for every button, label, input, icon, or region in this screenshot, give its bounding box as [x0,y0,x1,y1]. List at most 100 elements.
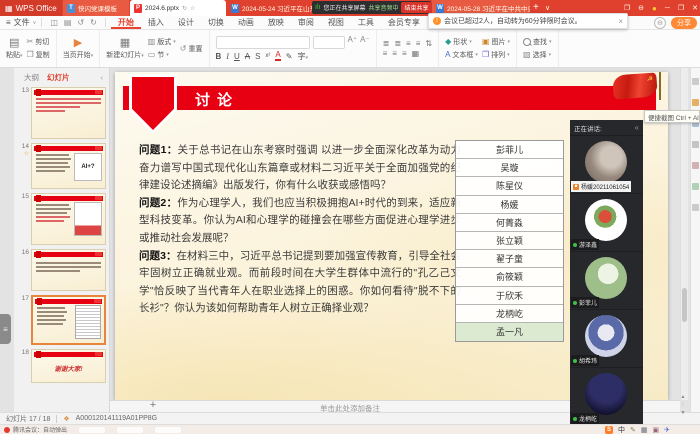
doc-tab-word1[interactable]: W2024-05-24 习近平在山东... [227,0,313,16]
shadow-button[interactable]: S [255,52,260,61]
share-audio-toggle[interactable]: 共享音频中 [368,3,398,12]
bold-button[interactable]: B [216,52,222,61]
reset-button[interactable]: ↺重置 [180,44,203,54]
picture-button[interactable]: ▣图片▾ [482,37,510,47]
collaborate-icon[interactable]: ⊖ [654,17,666,29]
pane-collapse-handle[interactable]: ≡ [0,314,11,344]
textbox-button[interactable]: A文本框▾ [445,50,478,60]
shapes-button[interactable]: ◆形状▾ [445,37,478,47]
participant-video[interactable]: 彭菲儿 [570,252,643,310]
find-button[interactable]: 查找▾ [523,37,552,47]
plane-tray-icon[interactable]: ✈ [664,426,670,434]
sidebar-tool-icon[interactable] [692,162,699,169]
scrollbar-thumb[interactable] [682,288,687,322]
char-button[interactable]: 字▾ [297,51,308,62]
layout-button[interactable]: ▥版式▾ [148,37,176,47]
menu-animation[interactable]: 动画 [231,17,261,28]
bullets-icon[interactable]: ≣ [383,40,390,48]
select-button[interactable]: ▧选择▾ [523,50,552,60]
menu-review[interactable]: 审阅 [291,17,321,28]
next-slide-icon[interactable]: ▼ [681,410,686,416]
numbering-icon[interactable]: ≣ [394,40,401,48]
redo-icon[interactable]: ↻ [90,18,97,27]
slide-thumbnail-14[interactable]: 14☆ AI+? [14,141,109,191]
font-color-button[interactable]: A [275,51,280,61]
font-family-select[interactable] [216,36,310,49]
star-icon[interactable]: ☆ [190,5,195,12]
sidebar-tool-icon[interactable] [692,204,699,211]
italic-button[interactable]: I [226,52,229,61]
slide-thumbnail-13[interactable]: 13 [14,85,109,141]
participant-video[interactable]: 游泽鑫 [570,194,643,252]
menu-tools[interactable]: 工具 [351,17,381,28]
image-tray-icon[interactable]: ▣ [653,426,660,434]
taskbar-window-button[interactable] [79,427,105,433]
slide-thumbnail-18[interactable]: 18 谢谢大家! [14,347,109,385]
menu-transition[interactable]: 切换 [201,17,231,28]
strikethrough-button[interactable]: A [245,52,250,61]
close-icon[interactable]: ✕ [692,4,698,12]
collapse-arrows-icon[interactable]: « [635,123,639,132]
doc-tab-active-pptx[interactable]: P2024.6.pptx↻☆ [130,0,226,16]
maximize-icon[interactable]: ❐ [678,4,684,12]
menu-slideshow[interactable]: 放映 [261,17,291,28]
wps-logo[interactable]: ▦WPS Office [0,0,62,16]
cut-button[interactable]: ✂剪切 [27,37,50,47]
new-tab-button[interactable]: + [533,2,539,13]
collapse-panel-icon[interactable]: ‹ [101,73,104,82]
sync-icon[interactable]: ↻ [182,5,187,12]
play-from-current-button[interactable]: ▶当页开始▾ [63,38,94,60]
taskbar-app-item[interactable]: 腾讯会议：自动弹出 [4,425,67,434]
minimize-icon[interactable]: ─ [665,5,670,12]
align-left-icon[interactable]: ≡ [383,50,388,58]
input-method-icon[interactable]: S [605,426,613,434]
slide-thumbnail-15[interactable]: 15 ▫ [14,191,109,247]
columns-icon[interactable]: ▦ [412,50,420,58]
slide-thumbnail-17-selected[interactable]: 17 [14,293,109,347]
highlight-button[interactable]: ✎ [286,52,293,61]
copy-button[interactable]: ❐复制 [27,50,50,60]
add-slide-button[interactable]: + [146,399,160,412]
paste-button[interactable]: ▤粘贴▾ [6,38,23,60]
taskbar-window-button[interactable] [155,427,181,433]
decrease-font-icon[interactable]: A⁻ [360,36,370,49]
doc-tab-template[interactable]: T快闪党课模板 [63,0,129,16]
tab-slides[interactable]: 幻灯片 [47,72,70,83]
align-center-icon[interactable]: ≡ [392,50,397,58]
language-icon[interactable]: 中 [618,425,625,434]
indent-increase-icon[interactable]: ≡ [416,40,421,48]
new-slide-button[interactable]: ▦新建幻灯片▾ [106,38,144,60]
share-button[interactable]: 分享 [671,17,697,29]
undo-icon[interactable]: ↺ [77,18,84,27]
font-size-select[interactable] [313,36,345,49]
taskbar-window-button[interactable] [117,427,143,433]
print-icon[interactable]: ▤ [64,18,72,27]
notification-close-icon[interactable]: × [618,17,623,26]
participant-video[interactable]: 杨媛20211061054 [570,136,643,194]
menu-view[interactable]: 视图 [321,17,351,28]
section-button[interactable]: ▭节▾ [148,50,176,60]
increase-font-icon[interactable]: A⁺ [348,36,358,49]
nav-dots-icon[interactable]: ⋮ [681,402,686,408]
sidebar-tool-icon[interactable] [692,141,699,148]
keyboard-tray-icon[interactable]: ▦ [641,426,648,434]
previous-slide-icon[interactable]: ▲ [681,394,686,400]
arrange-button[interactable]: ❐排列▾ [482,50,510,60]
tab-list-caret[interactable]: ∨ [545,4,550,12]
sidebar-tool-icon[interactable] [692,183,699,190]
participant-video[interactable]: 龙柄屹 [570,368,643,426]
end-share-button[interactable]: 结束共享 [401,2,431,13]
restore-icon[interactable]: ❐ [624,4,630,12]
line-spacing-icon[interactable]: ⇅ [425,40,432,48]
underline-button[interactable]: U [234,52,240,61]
menu-member[interactable]: 会员专享 [381,17,427,28]
menu-home[interactable]: 开始 [111,17,141,29]
indent-decrease-icon[interactable]: ≡ [406,40,411,48]
menu-insert[interactable]: 插入 [141,17,171,28]
sidebar-tool-icon[interactable] [692,78,699,85]
menu-design[interactable]: 设计 [171,17,201,28]
member-icon[interactable]: ● [652,4,657,13]
save-icon[interactable]: ◫ [50,18,58,27]
tab-outline[interactable]: 大纲 [24,72,39,83]
superscript-button[interactable]: x² [265,53,270,59]
